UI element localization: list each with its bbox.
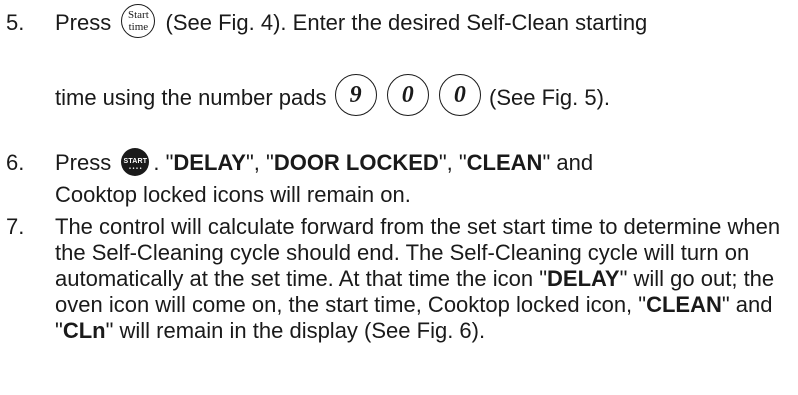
door-locked-label: DOOR LOCKED: [273, 150, 439, 175]
step-6-number: 6.: [6, 150, 25, 175]
step-5-number: 5.: [6, 10, 25, 35]
delay-label: DELAY: [173, 150, 246, 175]
step-7-text: " will remain in the display (See Fig. 6…: [105, 318, 486, 343]
step-6-line-1: Press START • • • • . "DELAY", "DOOR LOC…: [55, 148, 594, 177]
number-pad-icon: 0: [438, 74, 481, 116]
step-6-press-text: Press: [55, 150, 112, 175]
step-6-line-2: Cooktop locked icons will remain on.: [55, 182, 411, 207]
step-7-number: 7.: [6, 214, 25, 239]
step-5-pads-text: time using the number pads: [55, 84, 327, 110]
number-pad-icon: 9: [334, 74, 377, 116]
step-6-text: . ": [153, 150, 174, 175]
clean-label: CLEAN: [466, 150, 543, 175]
step-5-fig-text: (See Fig. 5).: [489, 84, 611, 110]
step-6-text: ", ": [438, 150, 467, 175]
delay-label: DELAY: [547, 266, 620, 291]
start-time-label-top: Start: [127, 9, 149, 22]
cln-label: CLn: [62, 318, 106, 343]
step-5-line-2: time using the number pads 9 0 0 (See Fi…: [55, 74, 611, 116]
step-5-line-1: Press Start time (See Fig. 4). Enter the…: [55, 4, 648, 39]
clean-label: CLEAN: [646, 292, 722, 317]
step-5-press-text: Press: [55, 10, 112, 35]
step-7-paragraph: The control will calculate forward from …: [55, 214, 790, 344]
start-time-label-bottom: time: [128, 21, 149, 34]
step-6-text: " and: [542, 150, 594, 175]
step-6-text: ", ": [245, 150, 274, 175]
start-button-icon: START • • • •: [121, 148, 150, 177]
step-5-after-text: (See Fig. 4). Enter the desired Self-Cle…: [165, 10, 648, 35]
start-time-button-icon: Start time: [121, 4, 156, 39]
number-pad-icon: 0: [386, 74, 429, 116]
start-button-label: START: [123, 158, 148, 166]
